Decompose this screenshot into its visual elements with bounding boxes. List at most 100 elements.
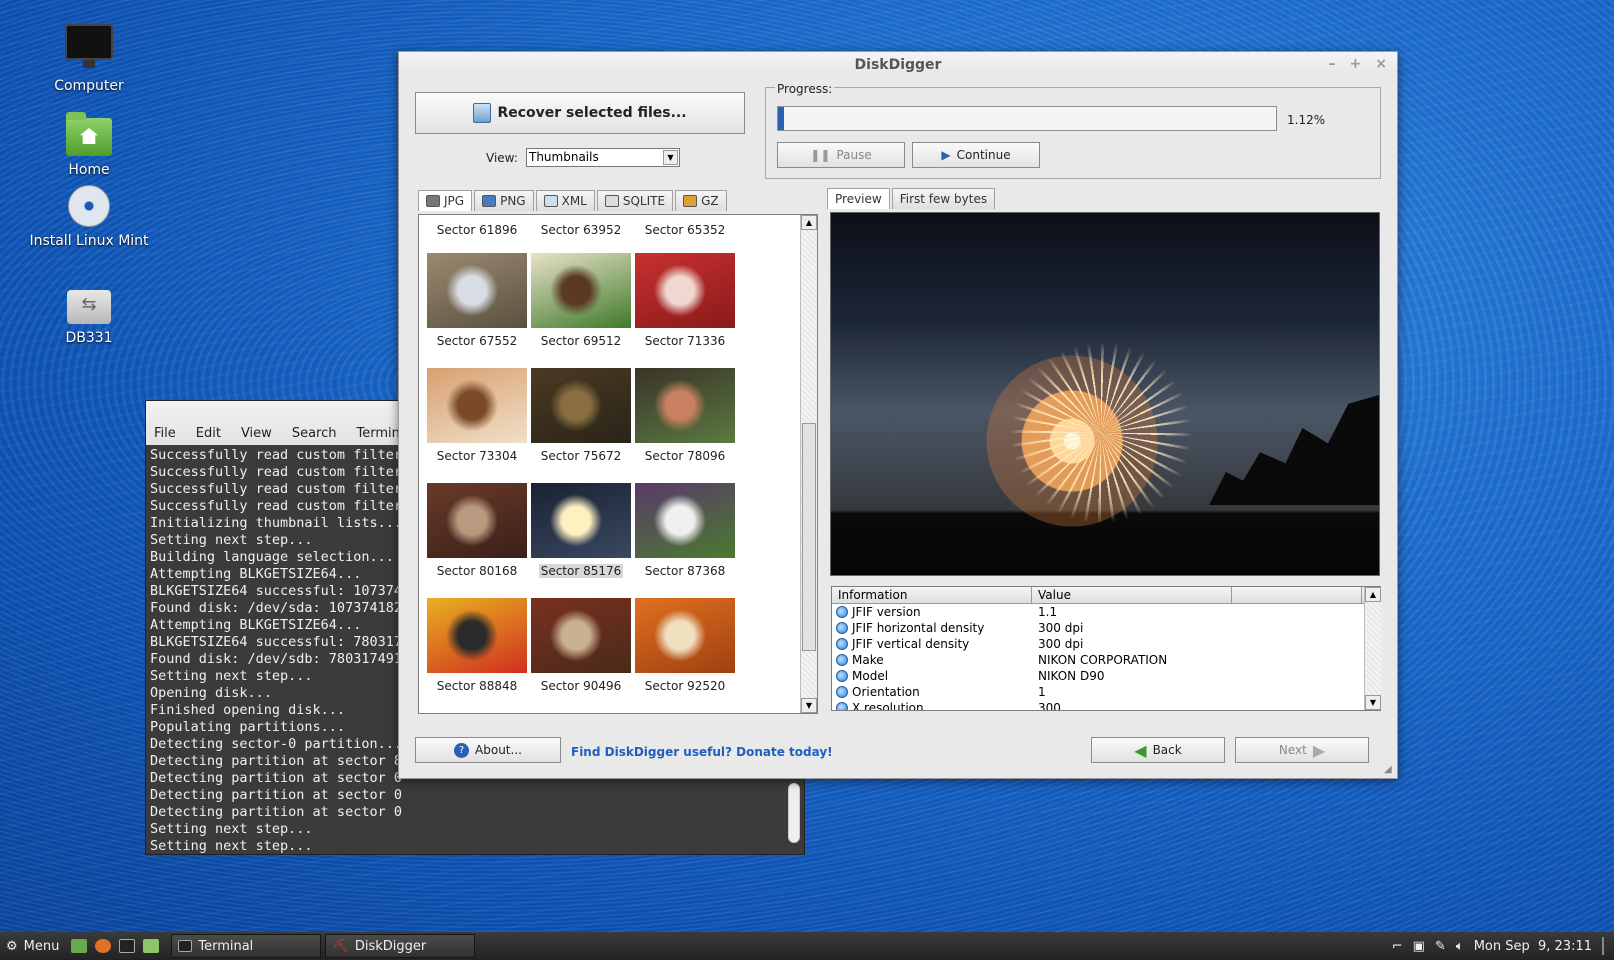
desktop-icon-db331[interactable]: DB331	[19, 290, 159, 346]
window-titlebar[interactable]: DiskDigger – + ×	[399, 52, 1397, 78]
database-icon	[604, 195, 619, 207]
thumbnail-item[interactable]: Sector 87368	[633, 483, 737, 578]
scroll-up-icon[interactable]: ▲	[1365, 587, 1381, 602]
terminal-menu-view[interactable]: View	[241, 426, 272, 441]
next-button[interactable]: Next ▶	[1235, 737, 1369, 763]
tab-gz[interactable]: GZ	[675, 190, 727, 211]
keyboard-icon[interactable]: ▣	[1413, 939, 1425, 954]
terminal-line: Detecting partition at sector 0	[150, 787, 402, 803]
info-value: 1.1	[1038, 605, 1058, 619]
thumbnail-item[interactable]: Sector 73304	[425, 368, 529, 463]
scroll-down-icon[interactable]: ▼	[801, 698, 817, 713]
help-icon: ?	[454, 742, 470, 758]
thumbnail-scrollbar[interactable]: ▲ ▼	[800, 215, 817, 713]
monitor-icon	[65, 24, 113, 68]
desktop-icon-home[interactable]: Home	[19, 112, 159, 178]
clock[interactable]: Mon Sep 9, 23:11	[1474, 939, 1592, 954]
view-select[interactable]: Thumbnails ▼	[526, 148, 680, 167]
info-scrollbar[interactable]: ▲ ▼	[1364, 587, 1381, 710]
files-icon[interactable]	[143, 939, 160, 953]
minimize-icon[interactable]: –	[1329, 56, 1336, 72]
thumbnail-item[interactable]: Sector 61896	[425, 217, 529, 237]
terminal-scrollbar[interactable]	[788, 783, 800, 843]
thumbnail-item[interactable]: Sector 71336	[633, 253, 737, 348]
thumbnail-item[interactable]: Sector 78096	[633, 368, 737, 463]
chevron-down-icon[interactable]: ▼	[663, 150, 678, 165]
terminal-menu-search[interactable]: Search	[292, 426, 337, 441]
thumbnail-grid[interactable]: Sector 61896 Sector 63952 Sector 65352 S…	[418, 214, 818, 714]
menu-button[interactable]: ⚙ Menu	[0, 934, 65, 958]
thumbnail-item[interactable]: Sector 65352	[633, 217, 737, 237]
table-row[interactable]: Model NIKON D90	[832, 668, 1380, 684]
thumbnail-image	[531, 483, 631, 558]
column-header-value[interactable]: Value	[1032, 587, 1232, 603]
view-label: View:	[486, 151, 518, 165]
scroll-down-icon[interactable]: ▼	[1365, 695, 1381, 710]
table-row[interactable]: JFIF version 1.1	[832, 604, 1380, 620]
info-key-text: Model	[852, 669, 889, 683]
thumbnail-item[interactable]: Sector 85176	[529, 483, 633, 578]
close-icon[interactable]: ×	[1375, 56, 1387, 72]
info-bullet-icon	[836, 638, 848, 650]
thumbnail-item[interactable]: Sector 69512	[529, 253, 633, 348]
donate-link[interactable]: Find DiskDigger useful? Donate today!	[571, 745, 833, 759]
terminal-launcher-icon[interactable]	[119, 939, 136, 953]
tab-sqlite[interactable]: SQLITE	[596, 190, 674, 211]
thumbnail-caption: Sector 73304	[436, 449, 518, 463]
desktop-icon-label: Install Linux Mint	[29, 233, 149, 249]
task-diskdigger[interactable]: ⛏ DiskDigger	[325, 934, 476, 958]
thumbnail-item[interactable]: Sector 92520	[633, 598, 737, 693]
camera-icon	[426, 195, 440, 207]
thumbnail-image	[635, 598, 735, 673]
volume-icon[interactable]: 🔈︎	[1456, 939, 1464, 954]
terminal-menu-file[interactable]: File	[154, 426, 176, 441]
task-terminal[interactable]: Terminal	[171, 934, 322, 958]
tab-xml[interactable]: XML	[535, 190, 595, 211]
table-row[interactable]: X resolution 300	[832, 700, 1380, 710]
desktop-icon-install[interactable]: Install Linux Mint	[19, 185, 159, 249]
resize-grip-icon[interactable]: ◢	[1384, 764, 1392, 775]
tab-first-bytes[interactable]: First few bytes	[891, 188, 996, 209]
window-list-icon[interactable]	[1602, 937, 1604, 955]
thumbnail-item[interactable]: Sector 67552	[425, 253, 529, 348]
image-preview	[830, 212, 1380, 576]
table-row[interactable]: JFIF horizontal density 300 dpi	[832, 620, 1380, 636]
column-header-information[interactable]: Information	[832, 587, 1032, 603]
tree-silhouette	[1209, 395, 1379, 505]
network-icon[interactable]: ⌐	[1392, 939, 1403, 954]
show-desktop-icon[interactable]	[71, 939, 88, 953]
scrollbar-thumb[interactable]	[802, 423, 816, 651]
table-row[interactable]: Make NIKON CORPORATION	[832, 652, 1380, 668]
maximize-icon[interactable]: +	[1350, 56, 1362, 72]
info-bullet-icon	[836, 702, 848, 710]
arrow-right-icon: ▶	[1312, 740, 1326, 760]
firefox-icon[interactable]	[95, 939, 112, 953]
table-row[interactable]: JFIF vertical density 300 dpi	[832, 636, 1380, 652]
thumbnail-image	[531, 598, 631, 673]
back-button[interactable]: ◀ Back	[1091, 737, 1225, 763]
tab-png[interactable]: PNG	[474, 190, 534, 211]
table-row[interactable]: Orientation 1	[832, 684, 1380, 700]
tab-preview[interactable]: Preview	[827, 188, 890, 209]
info-key-text: Make	[852, 653, 884, 667]
desktop-icon-computer[interactable]: Computer	[19, 24, 159, 94]
shovel-icon: ⛏	[332, 938, 349, 954]
info-bullet-icon	[836, 686, 848, 698]
thumbnail-item[interactable]: Sector 63952	[529, 217, 633, 237]
pause-button[interactable]: ❚❚ Pause	[777, 142, 905, 168]
thumbnail-item[interactable]: Sector 80168	[425, 483, 529, 578]
scroll-up-icon[interactable]: ▲	[801, 215, 817, 230]
thumbnail-image	[427, 598, 527, 673]
info-bullet-icon	[836, 622, 848, 634]
info-table[interactable]: Information Value JFIF version 1.1 JFIF ho…	[831, 586, 1381, 711]
terminal-menu-edit[interactable]: Edit	[196, 426, 221, 441]
recover-files-button[interactable]: Recover selected files...	[415, 92, 745, 134]
tab-jpg[interactable]: JPG	[418, 190, 473, 211]
progress-label: Progress:	[775, 82, 835, 96]
about-button[interactable]: ? About...	[415, 737, 561, 763]
thumbnail-item[interactable]: Sector 75672	[529, 368, 633, 463]
continue-button[interactable]: ▶ Continue	[912, 142, 1040, 168]
tools-icon[interactable]: ✎	[1435, 939, 1446, 954]
thumbnail-item[interactable]: Sector 88848	[425, 598, 529, 693]
thumbnail-item[interactable]: Sector 90496	[529, 598, 633, 693]
